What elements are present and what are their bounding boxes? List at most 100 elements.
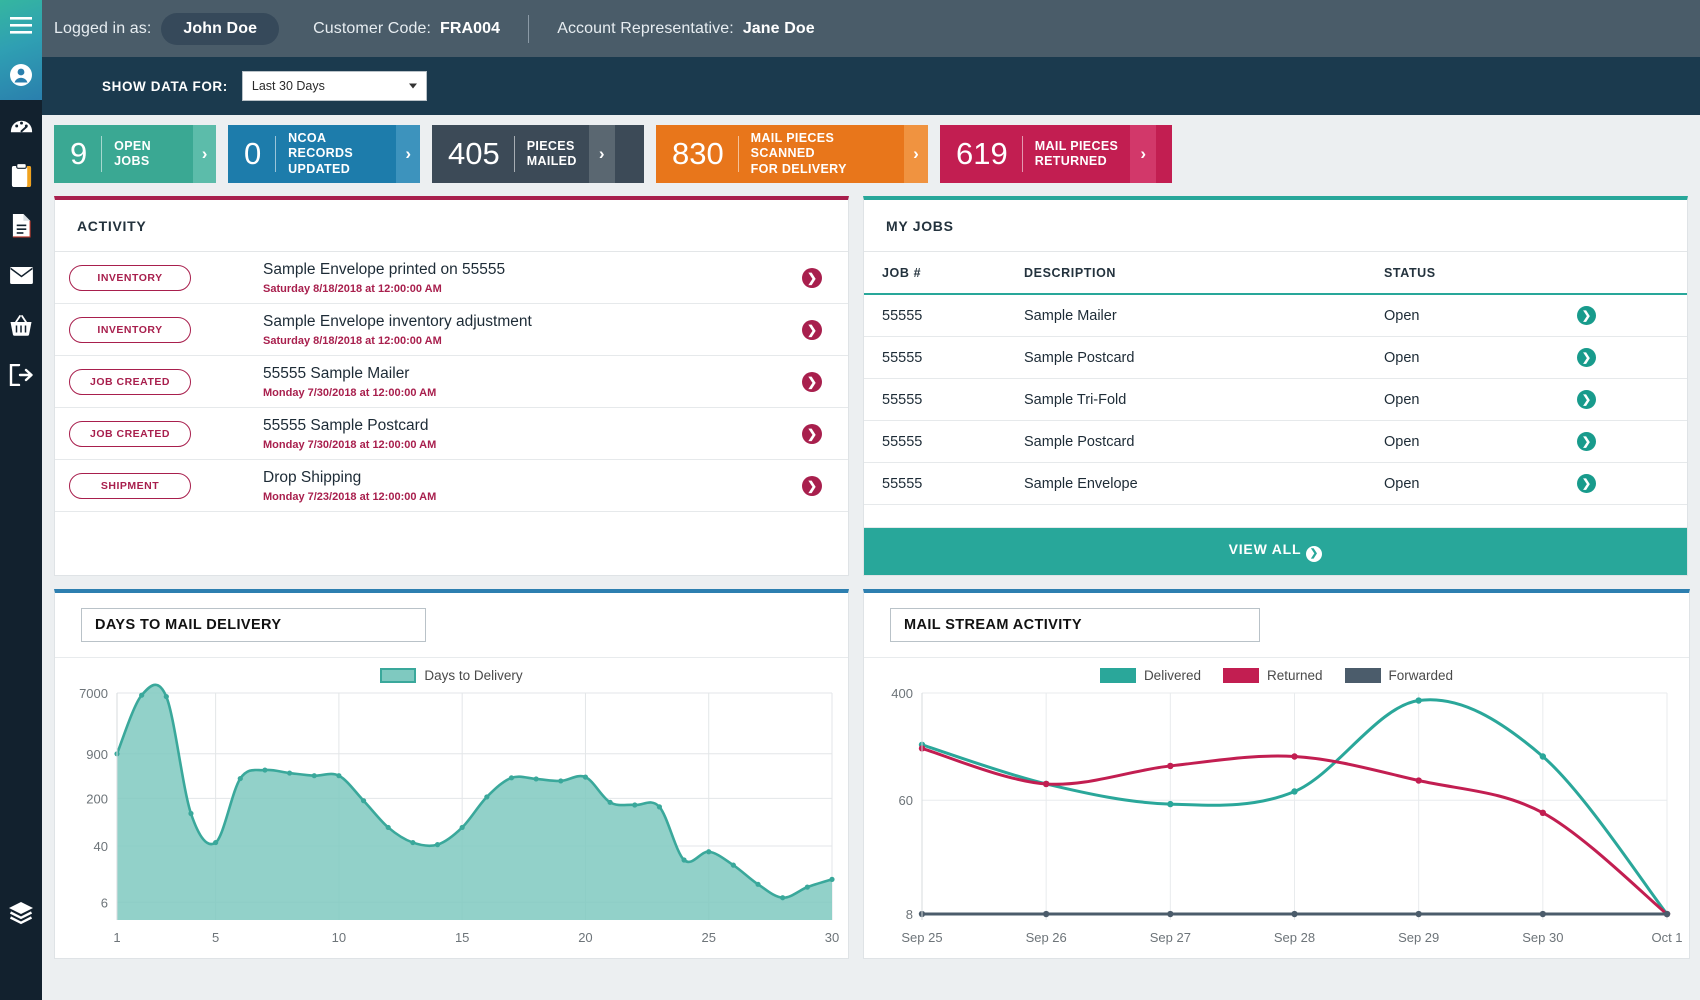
svg-text:Sep 30: Sep 30 [1522, 930, 1563, 945]
cell-description: Sample Envelope [1024, 463, 1384, 505]
activity-row[interactable]: SHIPMENT Drop Shipping Monday 7/23/2018 … [55, 460, 848, 512]
menu-icon[interactable] [0, 0, 42, 50]
cell-status: Open [1384, 294, 1577, 337]
legend-label: Delivered [1144, 668, 1201, 683]
kpi-chevron-right-icon[interactable]: › [1130, 125, 1156, 183]
logout-icon[interactable] [0, 350, 42, 400]
table-row[interactable]: 55555 Sample Mailer Open ❯ [864, 294, 1687, 337]
main-area: Logged in as: John Doe Customer Code: FR… [42, 0, 1700, 1000]
job-chevron-right-icon[interactable]: ❯ [1577, 390, 1596, 409]
kpi-row: 9 OPEN JOBS › 0 NCOA RECORDS UPDATED [54, 125, 1688, 183]
kpi-label-line1: MAIL PIECES SCANNED [751, 131, 892, 162]
activity-chevron-right-icon[interactable]: ❯ [802, 476, 822, 496]
activity-item-date: Monday 7/30/2018 at 12:00:00 AM [263, 387, 802, 399]
cell-status: Open [1384, 337, 1577, 379]
cell-job-number: 55555 [864, 337, 1024, 379]
envelope-icon[interactable] [0, 250, 42, 300]
activity-item-date: Saturday 8/18/2018 at 12:00:00 AM [263, 335, 802, 347]
cell-job-number: 55555 [864, 294, 1024, 337]
kpi-card-open-jobs[interactable]: 9 OPEN JOBS › [54, 125, 216, 183]
activity-item-title: Drop Shipping [263, 468, 802, 487]
kpi-label-line2: UPDATED [288, 162, 384, 177]
legend-item-forwarded: Forwarded [1345, 668, 1454, 683]
table-row-empty [864, 505, 1687, 528]
kpi-chevron-right-icon[interactable]: › [904, 125, 928, 183]
right-chart-header: MAIL STREAM ACTIVITY [864, 593, 1689, 658]
activity-content: 55555 Sample Mailer Monday 7/30/2018 at … [191, 364, 802, 398]
job-chevron-right-icon[interactable]: ❯ [1577, 306, 1596, 325]
legend-swatch [1100, 668, 1136, 683]
basket-icon[interactable] [0, 300, 42, 350]
left-chart-select[interactable]: DAYS TO MAIL DELIVERY [81, 608, 426, 642]
kpi-chevron-right-icon[interactable]: › [396, 125, 420, 183]
svg-text:1: 1 [113, 930, 120, 945]
activity-badge: INVENTORY [69, 265, 191, 291]
column-header-description: DESCRIPTION [1024, 252, 1384, 294]
date-range-selected-value: Last 30 Days [252, 79, 325, 93]
activity-panel: ACTIVITY INVENTORY Sample Envelope print… [54, 196, 849, 576]
activity-item-date: Monday 7/23/2018 at 12:00:00 AM [263, 491, 802, 503]
dashboard-gauge-icon[interactable] [0, 100, 42, 150]
clipboard-icon[interactable] [0, 150, 42, 200]
activity-row[interactable]: INVENTORY Sample Envelope inventory adju… [55, 304, 848, 356]
activity-row[interactable]: JOB CREATED 55555 Sample Mailer Monday 7… [55, 356, 848, 408]
activity-chevron-right-icon[interactable]: ❯ [802, 320, 822, 340]
user-icon[interactable] [0, 50, 42, 100]
content-area: 9 OPEN JOBS › 0 NCOA RECORDS UPDATED [42, 115, 1700, 1000]
svg-text:400: 400 [891, 686, 913, 701]
activity-row[interactable]: INVENTORY Sample Envelope printed on 555… [55, 252, 848, 304]
kpi-card-mail-pieces-scanned-for-delivery[interactable]: 830 MAIL PIECES SCANNED FOR DELIVERY › [656, 125, 928, 183]
activity-badge: SHIPMENT [69, 473, 191, 499]
kpi-value: 619 [940, 125, 1022, 183]
app-root: Logged in as: John Doe Customer Code: FR… [0, 0, 1700, 1000]
svg-text:5: 5 [212, 930, 219, 945]
kpi-label: NCOA RECORDS UPDATED [276, 125, 396, 183]
activity-row[interactable]: JOB CREATED 55555 Sample Postcard Monday… [55, 408, 848, 460]
kpi-chevron-right-icon[interactable]: › [589, 125, 615, 183]
kpi-card-mail-pieces-returned[interactable]: 619 MAIL PIECES RETURNED › [940, 125, 1172, 183]
activity-item-title: 55555 Sample Mailer [263, 364, 802, 383]
kpi-value: 405 [432, 125, 514, 183]
job-chevron-right-icon[interactable]: ❯ [1577, 348, 1596, 367]
kpi-label-line2: FOR DELIVERY [751, 162, 892, 177]
activity-chevron-right-icon[interactable]: ❯ [802, 424, 822, 444]
svg-text:6: 6 [101, 895, 108, 910]
activity-title: ACTIVITY [55, 200, 848, 252]
cell-status: Open [1384, 463, 1577, 505]
activity-chevron-right-icon[interactable]: ❯ [802, 268, 822, 288]
table-row[interactable]: 55555 Sample Tri-Fold Open ❯ [864, 379, 1687, 421]
table-row[interactable]: 55555 Sample Postcard Open ❯ [864, 337, 1687, 379]
kpi-card-pieces-mailed[interactable]: 405 PIECES MAILED › [432, 125, 644, 183]
view-all-button[interactable]: VIEW ALL❯ [864, 528, 1687, 575]
activity-chevron-right-icon[interactable]: ❯ [802, 372, 822, 392]
cell-empty [864, 505, 1024, 528]
job-chevron-right-icon[interactable]: ❯ [1577, 432, 1596, 451]
activity-item-title: Sample Envelope inventory adjustment [263, 312, 802, 331]
cell-action[interactable]: ❯ [1577, 463, 1687, 505]
kpi-card-ncoa-records-updated[interactable]: 0 NCOA RECORDS UPDATED › [228, 125, 420, 183]
document-icon[interactable] [0, 200, 42, 250]
cell-action[interactable]: ❯ [1577, 294, 1687, 337]
activity-content: Sample Envelope printed on 55555 Saturda… [191, 260, 802, 294]
cell-action[interactable]: ❯ [1577, 337, 1687, 379]
cell-action[interactable]: ❯ [1577, 379, 1687, 421]
legend-swatch [380, 668, 416, 683]
table-row[interactable]: 55555 Sample Postcard Open ❯ [864, 421, 1687, 463]
cell-action[interactable]: ❯ [1577, 421, 1687, 463]
account-rep-value: Jane Doe [743, 20, 815, 38]
legend-label: Forwarded [1389, 668, 1454, 683]
table-row[interactable]: 55555 Sample Envelope Open ❯ [864, 463, 1687, 505]
left-chart-plot: 7000900200406151015202530 [55, 683, 848, 958]
my-jobs-panel: MY JOBS JOB # DESCRIPTION STATUS [863, 196, 1688, 576]
date-range-select[interactable]: Last 30 Days [242, 71, 427, 101]
layers-icon[interactable] [0, 888, 42, 938]
kpi-chevron-right-icon[interactable]: › [193, 125, 216, 183]
activity-item-title: Sample Envelope printed on 55555 [263, 260, 802, 279]
show-data-for-label: SHOW DATA FOR: [102, 79, 228, 94]
right-chart-select[interactable]: MAIL STREAM ACTIVITY [890, 608, 1260, 642]
user-name-pill[interactable]: John Doe [161, 13, 279, 45]
job-chevron-right-icon[interactable]: ❯ [1577, 474, 1596, 493]
svg-text:Oct 1: Oct 1 [1651, 930, 1682, 945]
left-chart-header: DAYS TO MAIL DELIVERY [55, 593, 848, 658]
cell-description: Sample Postcard [1024, 337, 1384, 379]
